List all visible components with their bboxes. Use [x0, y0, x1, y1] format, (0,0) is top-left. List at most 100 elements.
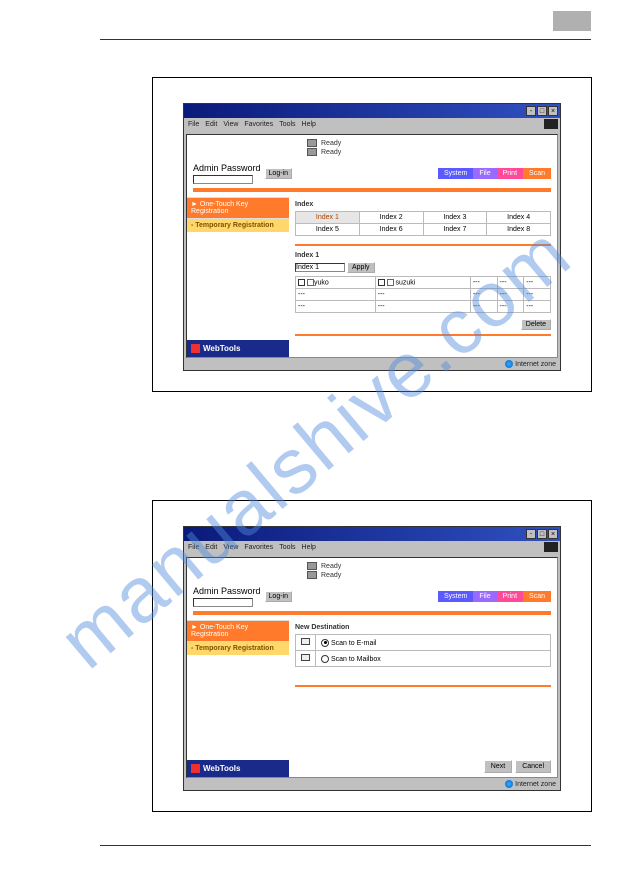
orange-divider [193, 611, 551, 615]
webtools-icon [191, 344, 200, 353]
status-ready-1: Ready [321, 563, 341, 570]
webtools-label: WebTools [203, 344, 240, 353]
menu-help[interactable]: Help [302, 121, 316, 128]
menu-view[interactable]: View [223, 544, 238, 551]
statusbar: Internet zone [184, 778, 560, 790]
webtools-badge[interactable]: WebTools [187, 340, 289, 357]
sidebar-one-touch[interactable]: ► One-Touch Key Registration [187, 620, 289, 641]
device-status: Ready Ready [187, 558, 557, 579]
menu-edit[interactable]: Edit [205, 121, 217, 128]
webtools-label: WebTools [203, 764, 240, 773]
tab-print[interactable]: Print [497, 168, 523, 179]
grid-cell: --- [497, 289, 524, 301]
menu-file[interactable]: File [188, 544, 199, 551]
menu-view[interactable]: View [223, 121, 238, 128]
edit-icon[interactable] [307, 279, 314, 286]
tab-scan[interactable]: Scan [523, 168, 551, 179]
min-icon[interactable]: - [526, 529, 536, 539]
admin-password-input[interactable] [193, 175, 253, 184]
right-pane: New Destination Scan to E-mail Scan to M… [289, 620, 557, 777]
page-divider-bottom [100, 845, 591, 846]
screenshot-frame-2: - □ × File Edit View Favorites Tools Hel… [152, 500, 592, 812]
index-cell-8[interactable]: Index 8 [487, 224, 551, 236]
page-corner-tab [553, 11, 591, 31]
menu-favorites[interactable]: Favorites [244, 544, 273, 551]
statusbar-text: Internet zone [515, 361, 556, 368]
edit-icon[interactable] [387, 279, 394, 286]
browser-window: - □ × File Edit View Favorites Tools Hel… [183, 526, 561, 791]
next-button[interactable]: Next [484, 760, 512, 773]
browser-logo-icon [544, 542, 558, 552]
statusbar: Internet zone [184, 358, 560, 370]
sidebar-temporary[interactable]: - Temporary Registration [187, 218, 289, 232]
max-icon[interactable]: □ [537, 529, 547, 539]
email-icon [301, 638, 310, 645]
index-name-input[interactable] [295, 263, 345, 272]
tab-file[interactable]: File [473, 168, 496, 179]
entries-grid: yuko suzuki --- --- --- --- --- --- --- … [295, 276, 551, 313]
index-cell-1[interactable]: Index 1 [296, 212, 360, 224]
sidebar: ► One-Touch Key Registration - Temporary… [187, 620, 289, 777]
delete-button[interactable]: Delete [521, 319, 551, 330]
apply-button[interactable]: Apply [347, 262, 375, 273]
menu-help[interactable]: Help [302, 544, 316, 551]
radio-email[interactable] [321, 639, 329, 647]
login-button[interactable]: Log-in [265, 168, 292, 179]
dest-icon-cell [296, 651, 316, 667]
menu-edit[interactable]: Edit [205, 544, 217, 551]
index-cell-7[interactable]: Index 7 [423, 224, 487, 236]
dest-icon-cell [296, 635, 316, 651]
index-cell-4[interactable]: Index 4 [487, 212, 551, 224]
orange-divider [193, 188, 551, 192]
cancel-button[interactable]: Cancel [515, 760, 551, 773]
dest-option-mailbox: Scan to Mailbox [316, 651, 551, 667]
new-destination-heading: New Destination [295, 624, 551, 631]
index-cell-2[interactable]: Index 2 [359, 212, 423, 224]
menubar: File Edit View Favorites Tools Help [184, 541, 560, 553]
tab-system[interactable]: System [438, 168, 473, 179]
webtools-badge[interactable]: WebTools [187, 760, 289, 777]
tab-file[interactable]: File [473, 591, 496, 602]
sidebar-one-touch[interactable]: ► One-Touch Key Registration [187, 197, 289, 218]
menu-tools[interactable]: Tools [279, 121, 295, 128]
admin-password-input[interactable] [193, 598, 253, 607]
tab-scan[interactable]: Scan [523, 591, 551, 602]
grid-cell: --- [524, 277, 551, 289]
max-icon[interactable]: □ [537, 106, 547, 116]
index-cell-5[interactable]: Index 5 [296, 224, 360, 236]
grid-cell: --- [470, 289, 497, 301]
grid-cell: --- [497, 301, 524, 313]
checkbox-icon[interactable] [378, 279, 385, 286]
login-button[interactable]: Log-in [265, 591, 292, 602]
menu-file[interactable]: File [188, 121, 199, 128]
close-icon[interactable]: × [548, 529, 558, 539]
status-ready-2: Ready [321, 149, 341, 156]
grid-cell: --- [296, 289, 376, 301]
min-icon[interactable]: - [526, 106, 536, 116]
close-icon[interactable]: × [548, 106, 558, 116]
index-heading: Index [295, 201, 551, 208]
dest-option-email: Scan to E-mail [316, 635, 551, 651]
index-cell-6[interactable]: Index 6 [359, 224, 423, 236]
index-cell-3[interactable]: Index 3 [423, 212, 487, 224]
checkbox-icon[interactable] [298, 279, 305, 286]
orange-sep-2 [295, 334, 551, 336]
tab-print[interactable]: Print [497, 591, 523, 602]
printer-icon [307, 148, 317, 156]
grid-cell: --- [375, 289, 470, 301]
titlebar: - □ × [184, 527, 560, 541]
webtools-icon [191, 764, 200, 773]
admin-password-label: Admin Password [193, 163, 261, 173]
tab-system[interactable]: System [438, 591, 473, 602]
sidebar-temporary[interactable]: - Temporary Registration [187, 641, 289, 655]
wizard-buttons: Next Cancel [295, 752, 551, 773]
grid-cell: --- [375, 301, 470, 313]
mailbox-icon [301, 654, 310, 661]
titlebar: - □ × [184, 104, 560, 118]
menu-favorites[interactable]: Favorites [244, 121, 273, 128]
right-pane: Index Index 1 Index 2 Index 3 Index 4 In… [289, 197, 557, 357]
sidebar: ► One-Touch Key Registration - Temporary… [187, 197, 289, 357]
admin-row: Admin Password Log-in System File Print … [187, 580, 557, 609]
menu-tools[interactable]: Tools [279, 544, 295, 551]
radio-mailbox[interactable] [321, 655, 329, 663]
